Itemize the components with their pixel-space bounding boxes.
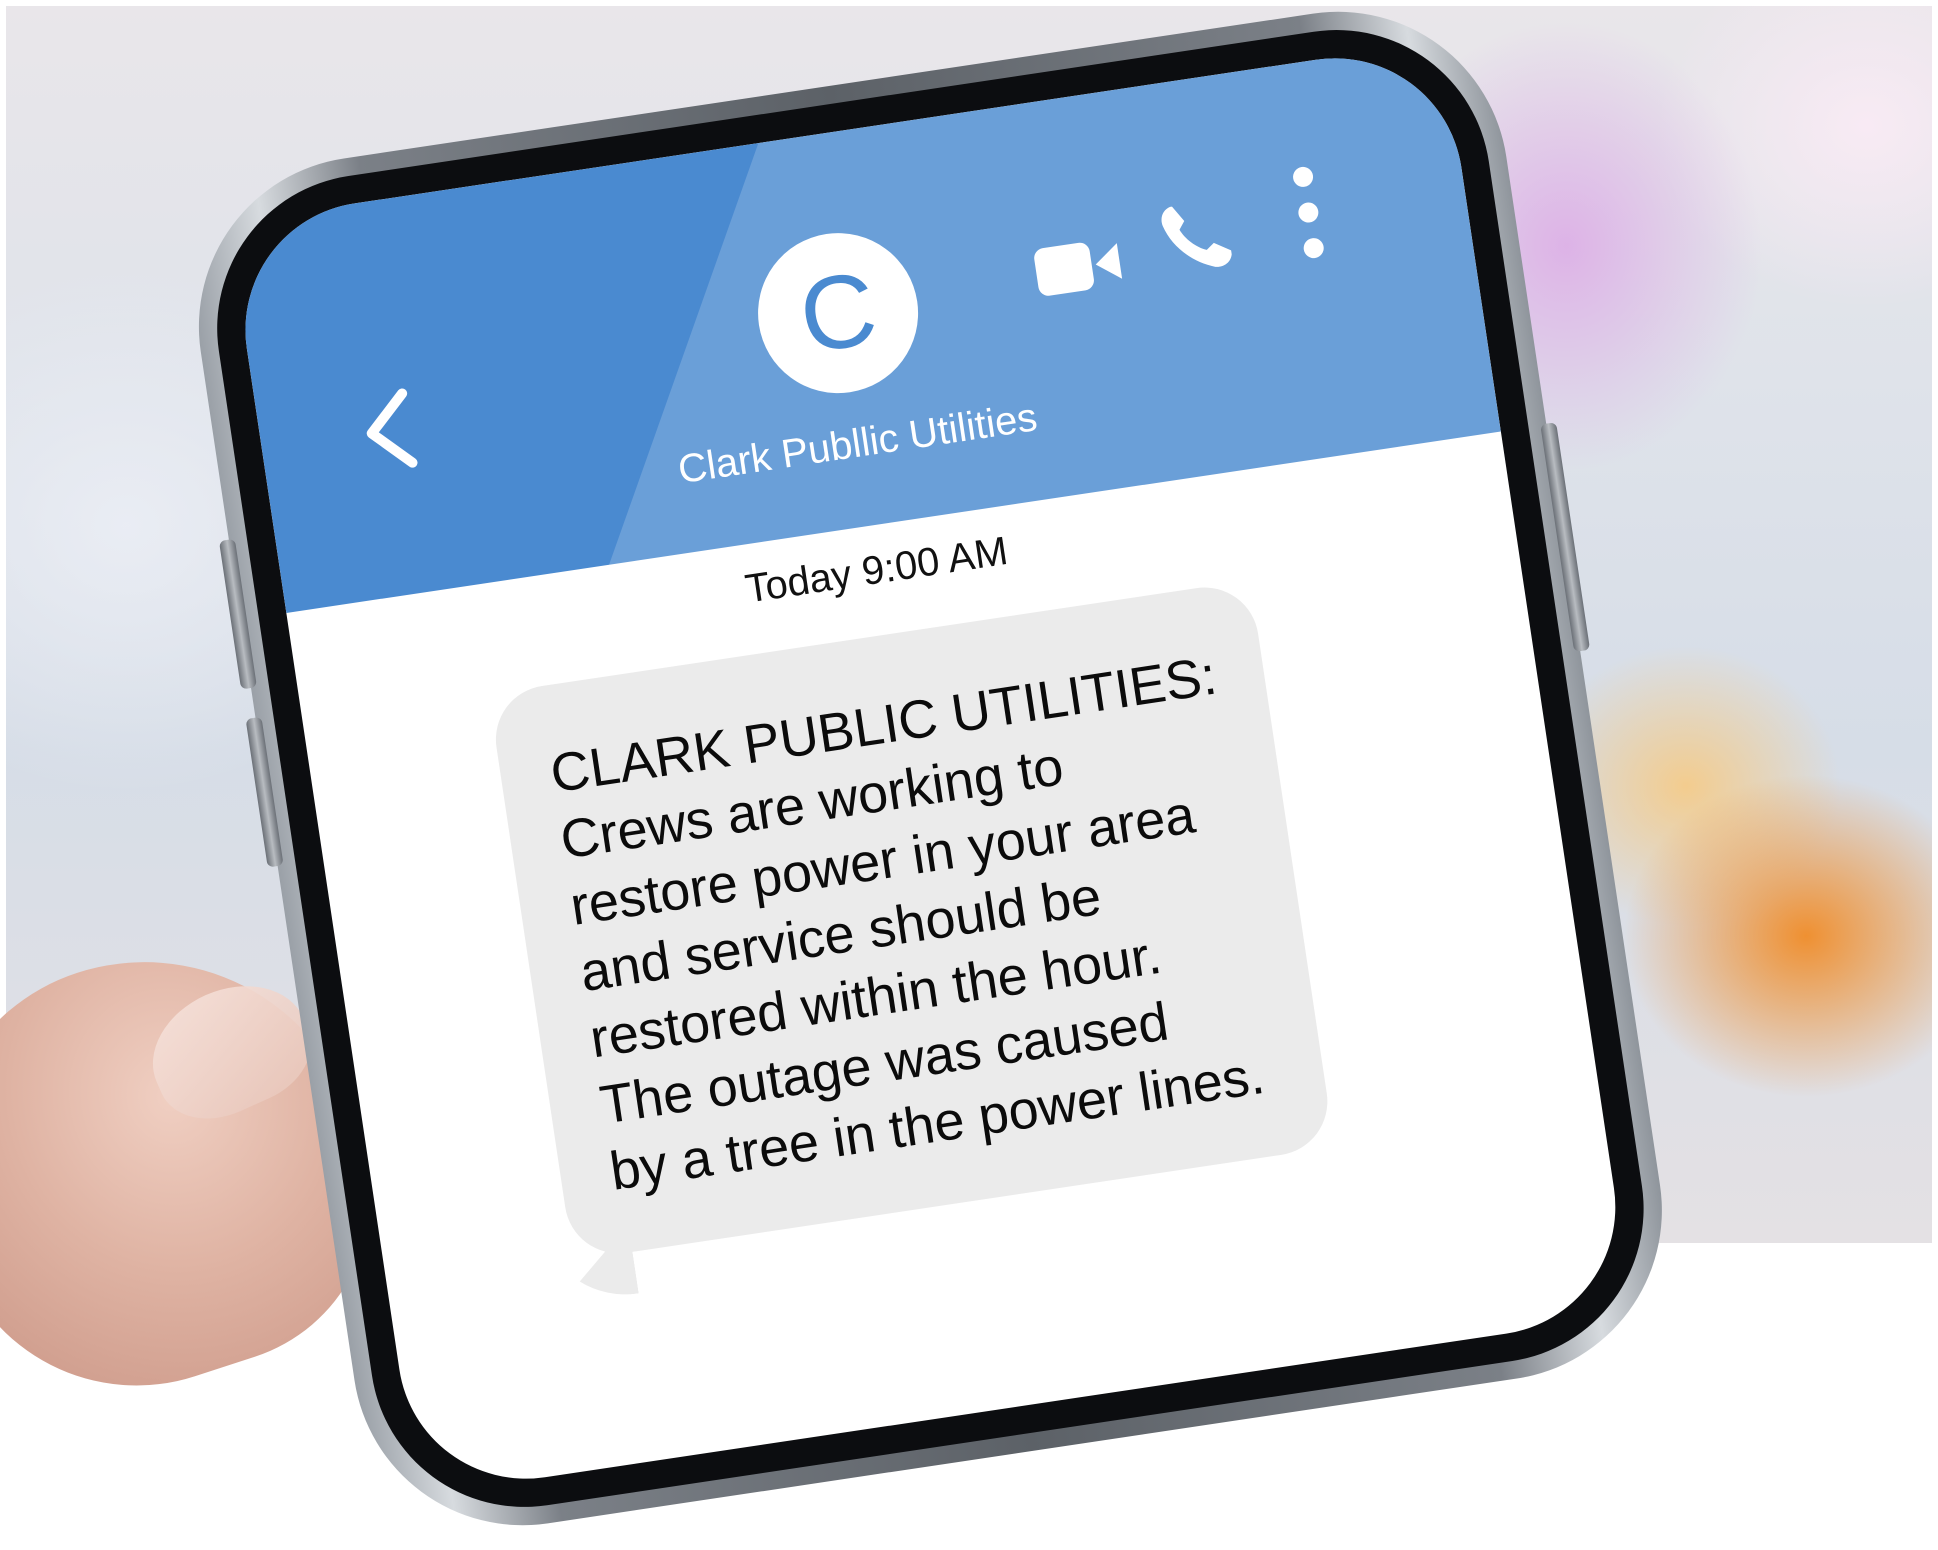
back-chevron-icon — [366, 388, 418, 468]
voice-call-button[interactable] — [1156, 195, 1236, 281]
back-button[interactable] — [349, 381, 432, 480]
incoming-message-bubble[interactable]: CLARK PUBLIC UTILITIES: Crews are workin… — [488, 580, 1335, 1261]
avatar-initial: C — [792, 250, 884, 377]
messaging-screen: C Clark Publlic Utilities Today 9:00 AM … — [227, 40, 1633, 1497]
smartphone: C Clark Publlic Utilities Today 9:00 AM … — [175, 0, 1686, 1549]
phone-icon — [1161, 206, 1232, 267]
